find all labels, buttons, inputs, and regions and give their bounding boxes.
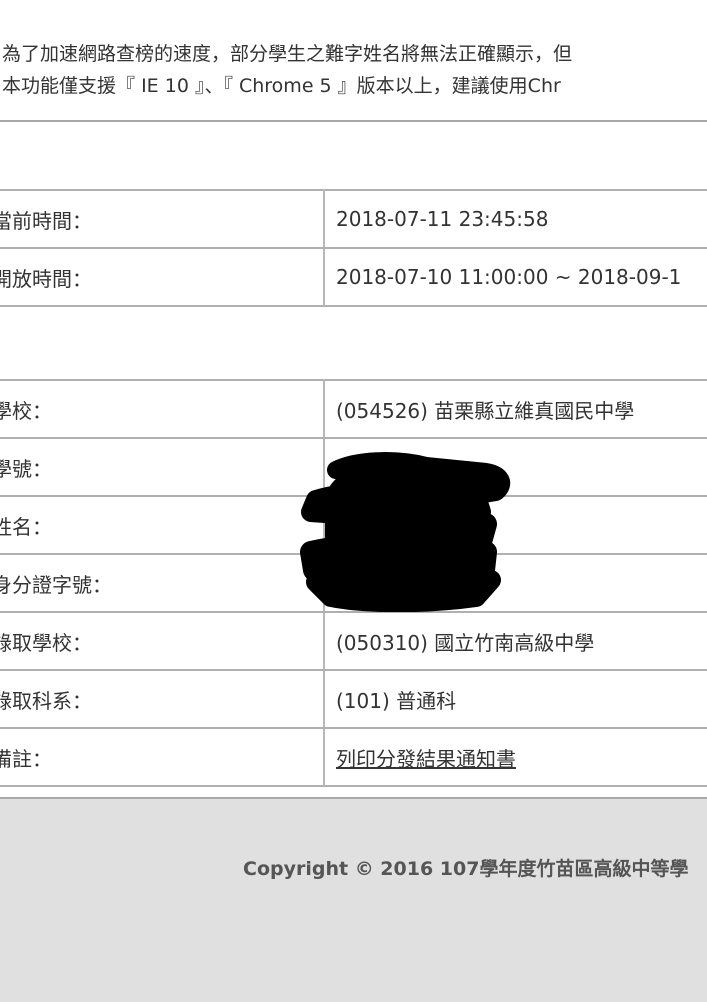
notice-list: .為了加速網路查榜的速度，部分學生之難字姓名將無法正確顯示，但 .本功能僅支援『…: [0, 38, 707, 102]
school-value: (054526) 苗栗縣立維真國民中學: [324, 379, 707, 439]
time-info-table: 當前時間： 2018-07-11 23:45:58 開放時間： 2018-07-…: [0, 189, 707, 307]
table-row: 開放時間： 2018-07-10 11:00:00 ~ 2018-09-1: [0, 247, 707, 307]
student-id-label: 學號：: [0, 437, 325, 497]
remarks-value: 列印分發結果通知書: [324, 727, 707, 787]
table-row: 學校： (054526) 苗栗縣立維真國民中學: [0, 379, 707, 439]
divider: [0, 120, 707, 122]
remarks-label: 備註：: [0, 727, 325, 787]
current-time-value: 2018-07-11 23:45:58: [324, 189, 707, 249]
notice-item: .為了加速網路查榜的速度，部分學生之難字姓名將無法正確顯示，但: [0, 43, 573, 65]
print-notification-link[interactable]: 列印分發結果通知書: [336, 747, 516, 771]
national-id-label: 身分證字號：: [0, 553, 325, 613]
admitted-school-label: 錄取學校：: [0, 611, 325, 671]
name-label: 姓名：: [0, 495, 325, 555]
copyright-text: Copyright © 2016 107學年度竹苗區高級中等學: [243, 858, 689, 880]
admitted-department-label: 錄取科系：: [0, 669, 325, 729]
redaction-scribble: [300, 452, 511, 612]
admitted-department-value: (101) 普通科: [324, 669, 707, 729]
open-time-value: 2018-07-10 11:00:00 ~ 2018-09-1: [324, 247, 707, 307]
table-row: 錄取科系： (101) 普通科: [0, 669, 707, 729]
school-label: 學校：: [0, 379, 325, 439]
footer: Copyright © 2016 107學年度竹苗區高級中等學: [0, 797, 707, 1002]
admitted-school-value: (050310) 國立竹南高級中學: [324, 611, 707, 671]
table-row: 備註： 列印分發結果通知書: [0, 727, 707, 787]
notice-item: .本功能僅支援『 IE 10 』、『 Chrome 5 』版本以上，建議使用Ch…: [0, 75, 561, 97]
current-time-label: 當前時間：: [0, 189, 325, 249]
open-time-label: 開放時間：: [0, 247, 325, 307]
table-row: 當前時間： 2018-07-11 23:45:58: [0, 189, 707, 249]
table-row: 錄取學校： (050310) 國立竹南高級中學: [0, 611, 707, 671]
